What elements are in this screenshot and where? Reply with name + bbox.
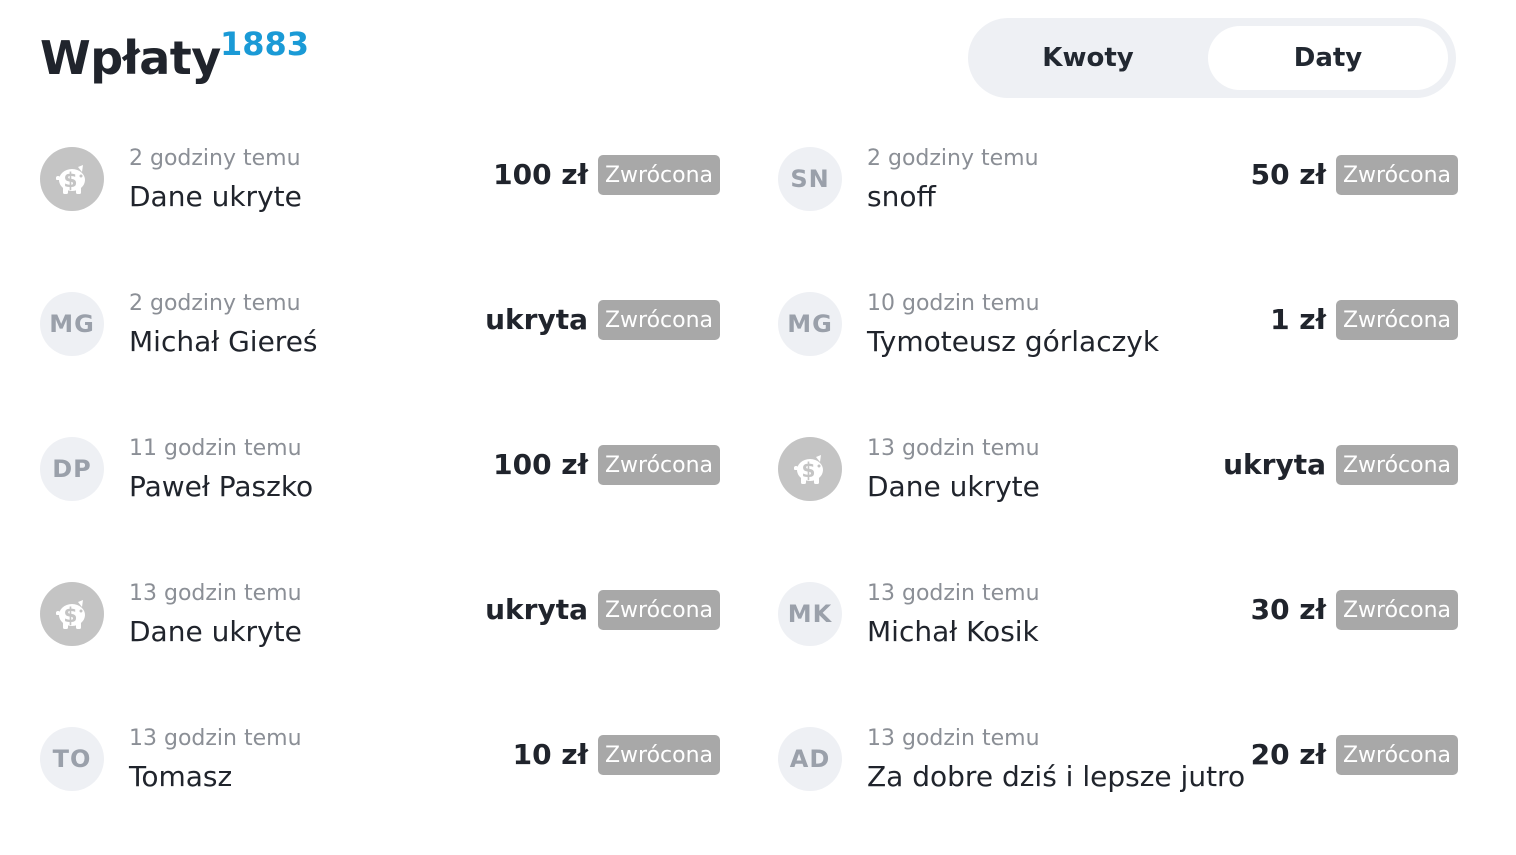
toggle-dates-button[interactable]: Daty — [1208, 26, 1448, 90]
payment-amount: 50 zł — [1250, 158, 1326, 191]
anonymous-avatar: $ — [40, 147, 104, 211]
payment-amount: ukryta — [1223, 448, 1326, 481]
payment-amount: ukryta — [485, 593, 588, 626]
piggy-bank-icon: $ — [56, 165, 85, 194]
avatar: MG — [778, 292, 842, 356]
donor-name: Dane ukryte — [129, 615, 302, 648]
piggy-bank-icon: $ — [56, 600, 85, 629]
payment-time: 13 godzin temu — [867, 726, 1040, 751]
toggle-amounts-button[interactable]: Kwoty — [968, 26, 1208, 90]
payment-amount: ukryta — [485, 303, 588, 336]
payment-info: ukryta Zwrócona — [1223, 445, 1458, 485]
status-badge: Zwrócona — [598, 445, 720, 485]
payment-amount: 20 zł — [1250, 738, 1326, 771]
payment-amount: 100 zł — [493, 158, 588, 191]
avatar: MK — [778, 582, 842, 646]
svg-text:$: $ — [802, 458, 817, 482]
payment-time: 2 godziny temu — [867, 146, 1039, 171]
payment-time: 11 godzin temu — [129, 436, 302, 461]
payment-info: 100 zł Zwrócona — [493, 155, 720, 195]
list-item: AD 13 godzin temu Za dobre dziś i lepsze j… — [778, 710, 1458, 855]
status-badge: Zwrócona — [598, 300, 720, 340]
list-item: DP 11 godzin temu Paweł Paszko 100 zł Zwróco… — [40, 420, 720, 565]
avatar: MG — [40, 292, 104, 356]
payment-info: 100 zł Zwrócona — [493, 445, 720, 485]
anonymous-avatar: $ — [40, 582, 104, 646]
avatar-initials: TO — [52, 745, 92, 773]
status-badge: Zwrócona — [1336, 590, 1458, 630]
payment-amount: 10 zł — [512, 738, 588, 771]
list-item: $13 godzin temu Dane ukryte ukryta Zwrócona — [778, 420, 1458, 565]
list-item: MK 13 godzin temu Michał Kosik 30 zł Zwrócon… — [778, 565, 1458, 710]
payment-time: 10 godzin temu — [867, 291, 1040, 316]
payment-info: 20 zł Zwrócona — [1251, 735, 1458, 775]
avatar-initials: DP — [52, 455, 92, 483]
avatar: AD — [778, 727, 842, 791]
status-badge: Zwrócona — [1336, 735, 1458, 775]
donor-name: Michał Giereś — [129, 325, 318, 358]
donor-name: Tomasz — [129, 760, 233, 793]
payment-amount: 100 zł — [493, 448, 588, 481]
avatar: DP — [40, 437, 104, 501]
donor-name: Za dobre dziś i lepsze jutro — [867, 760, 1246, 793]
donor-name: Paweł Paszko — [129, 470, 314, 503]
donor-name: snoff — [867, 180, 936, 213]
list-item: $13 godzin temu Dane ukryte ukryta Zwrócona — [40, 565, 720, 710]
status-badge: Zwrócona — [598, 155, 720, 195]
donor-name: Michał Kosik — [867, 615, 1039, 648]
payment-info: 1 zł Zwrócona — [1270, 300, 1458, 340]
list-item: $2 godziny temu Dane ukryte 100 zł Zwrócona — [40, 130, 720, 275]
avatar-initials: SN — [790, 165, 830, 193]
status-badge: Zwrócona — [1336, 445, 1458, 485]
avatar: TO — [40, 727, 104, 791]
payments-count: 1883 — [220, 25, 310, 63]
donor-name: Tymoteusz górlaczyk — [867, 325, 1160, 358]
payment-info: ukryta Zwrócona — [485, 300, 720, 340]
payment-time: 13 godzin temu — [867, 436, 1040, 461]
payment-amount: 30 zł — [1250, 593, 1326, 626]
payments-column-right: SN 2 godziny temu snoff 50 zł Zwrócona MG 10 g… — [778, 130, 1458, 855]
donor-name: Dane ukryte — [129, 180, 302, 213]
svg-text:$: $ — [64, 603, 79, 627]
payment-info: ukryta Zwrócona — [485, 590, 720, 630]
payment-info: 10 zł Zwrócona — [513, 735, 720, 775]
payment-time: 13 godzin temu — [129, 726, 302, 751]
avatar-initials: MG — [49, 310, 95, 338]
svg-text:$: $ — [64, 168, 79, 192]
list-item: MG 10 godzin temu Tymoteusz górlaczyk 1 zł Z… — [778, 275, 1458, 420]
list-item: TO 13 godzin temu Tomasz 10 zł Zwrócona — [40, 710, 720, 855]
list-item: MG 2 godziny temu Michał Giereś ukryta Zwróc… — [40, 275, 720, 420]
payment-time: 13 godzin temu — [129, 581, 302, 606]
list-item: SN 2 godziny temu snoff 50 zł Zwrócona — [778, 130, 1458, 275]
sort-toggle: Kwoty Daty — [968, 18, 1456, 98]
payment-info: 30 zł Zwrócona — [1251, 590, 1458, 630]
status-badge: Zwrócona — [598, 590, 720, 630]
status-badge: Zwrócona — [598, 735, 720, 775]
anonymous-avatar: $ — [778, 437, 842, 501]
payment-time: 2 godziny temu — [129, 146, 301, 171]
status-badge: Zwrócona — [1336, 155, 1458, 195]
avatar-initials: MK — [787, 600, 833, 628]
payment-amount: 1 zł — [1270, 303, 1326, 336]
page-title: Wpłaty — [40, 31, 221, 85]
payment-time: 2 godziny temu — [129, 291, 301, 316]
donor-name: Dane ukryte — [867, 470, 1040, 503]
page-header: Wpłaty 1883 Kwoty Daty — [40, 18, 1460, 106]
payments-column-left: $2 godziny temu Dane ukryte 100 zł Zwrócona… — [40, 130, 720, 855]
status-badge: Zwrócona — [1336, 300, 1458, 340]
payment-time: 13 godzin temu — [867, 581, 1040, 606]
avatar-initials: MG — [787, 310, 833, 338]
avatar: SN — [778, 147, 842, 211]
avatar-initials: AD — [789, 745, 831, 773]
payment-info: 50 zł Zwrócona — [1251, 155, 1458, 195]
piggy-bank-icon: $ — [794, 455, 823, 484]
